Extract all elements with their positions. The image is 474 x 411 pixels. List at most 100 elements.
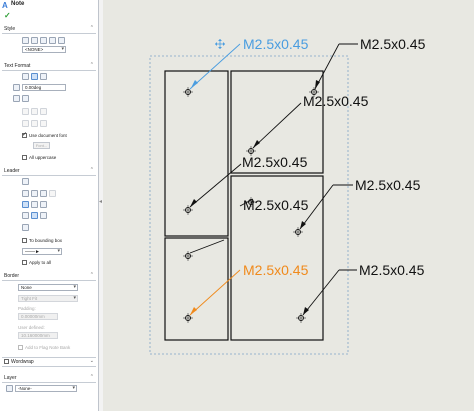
collapse-chevron-icon[interactable]: ⌃ <box>90 272 94 278</box>
ok-check-icon[interactable]: ✓ <box>4 11 11 20</box>
expand-chevron-icon[interactable]: ⌄ <box>90 358 94 364</box>
leader-nearest-icon[interactable] <box>31 212 38 219</box>
leader-line <box>252 102 302 149</box>
padding-label: Padding: <box>18 306 36 311</box>
note-text[interactable]: M2.5x0.45 <box>360 36 426 52</box>
apply-to-all-checkbox[interactable] <box>22 260 27 265</box>
add-style-icon[interactable] <box>31 37 38 44</box>
datum-icon[interactable] <box>40 120 47 127</box>
leader-straight-icon[interactable] <box>22 190 29 197</box>
leader-style-straight-icon[interactable] <box>22 201 29 208</box>
drawing-canvas[interactable]: M2.5x0.45 M2.5x0.45 M2.5x0.45 M2.5x0.45 … <box>103 0 474 411</box>
collapse-chevron-icon[interactable]: ⌃ <box>90 167 94 173</box>
section-label: Layer <box>4 375 17 381</box>
arrow-style-preview-icon: ——► <box>25 249 40 255</box>
section-label: Wordwrap <box>11 359 34 365</box>
align-right-icon[interactable] <box>40 73 47 80</box>
leader-underline-icon[interactable] <box>22 224 29 231</box>
note-text[interactable]: M2.5x0.45 <box>243 197 309 213</box>
collapse-chevron-icon[interactable]: ⌃ <box>90 374 94 380</box>
hole-callout-icon[interactable] <box>40 108 47 115</box>
save-style-icon[interactable] <box>49 37 56 44</box>
note-text[interactable]: M2.5x0.45 <box>303 93 369 109</box>
surface-finish-icon[interactable] <box>31 120 38 127</box>
leader-bent-icon[interactable] <box>31 190 38 197</box>
layer-icon <box>6 385 13 392</box>
drawing-sheet[interactable]: M2.5x0.45 M2.5x0.45 M2.5x0.45 M2.5x0.45 … <box>103 0 474 411</box>
style-select[interactable]: <NONE> <box>22 46 66 53</box>
use-document-font-checkbox[interactable] <box>22 131 27 138</box>
hole-marker <box>296 313 306 323</box>
leader-arrowhead <box>190 199 197 207</box>
user-defined-field[interactable]: 10.160000mm <box>18 332 58 339</box>
flag-note-bank-label: Add to Flag Note Bank <box>25 345 71 350</box>
leader-left-icon[interactable] <box>22 212 29 219</box>
symbol-icon[interactable] <box>22 108 29 115</box>
arrow-style-select[interactable]: ——► <box>22 248 62 255</box>
leader-auto-icon[interactable] <box>49 190 56 197</box>
border-size-select[interactable]: Tight Fit <box>18 295 78 302</box>
leader-style-spline-icon[interactable] <box>31 201 38 208</box>
user-defined-label: User defined: <box>18 325 45 330</box>
padding-field[interactable]: 0.00000mm <box>18 313 58 320</box>
leader-line <box>189 239 225 254</box>
flag-note-bank-checkbox[interactable] <box>18 345 23 350</box>
app-window: A Note ✓ Style ⌃ <NONE> Text Format ⌃ 0.… <box>0 0 474 411</box>
leader-right-icon[interactable] <box>40 212 47 219</box>
align-center-icon[interactable] <box>31 73 38 80</box>
insert-hyperlink-icon[interactable] <box>13 95 20 102</box>
load-style-icon[interactable] <box>58 37 65 44</box>
note-icon: A <box>2 1 8 10</box>
gtol-icon[interactable] <box>22 120 29 127</box>
note-text[interactable]: M2.5x0.45 <box>359 262 425 278</box>
part-outline <box>164 70 229 237</box>
to-bounding-box-checkbox[interactable] <box>22 238 27 243</box>
note-text[interactable]: M2.5x0.45 <box>242 154 308 170</box>
layer-section-header[interactable]: Layer ⌃ <box>2 374 96 383</box>
link-to-property-icon[interactable] <box>22 95 29 102</box>
note-text[interactable]: M2.5x0.45 <box>355 177 421 193</box>
leader-line <box>302 269 340 316</box>
check-symbol-icon[interactable] <box>31 108 38 115</box>
all-uppercase-label: All uppercase <box>29 155 57 160</box>
border-style-select[interactable]: None <box>18 284 78 291</box>
hole-marker <box>183 313 193 323</box>
section-label: Style <box>4 26 16 32</box>
delete-style-icon[interactable] <box>40 37 47 44</box>
note-text-selected[interactable]: M2.5x0.45 <box>243 36 309 52</box>
leader-line <box>189 269 241 316</box>
section-label: Text Format <box>4 63 31 69</box>
panel-header: A Note <box>0 0 98 10</box>
leader-section-header[interactable]: Leader ⌃ <box>2 167 96 176</box>
leader-none-icon[interactable] <box>40 190 47 197</box>
text-format-section-header[interactable]: Text Format ⌃ <box>2 62 96 71</box>
note-text-highlighted[interactable]: M2.5x0.45 <box>243 262 309 278</box>
leader-arrowhead <box>190 307 197 315</box>
leader-line <box>189 163 242 208</box>
leader-style-bent-icon[interactable] <box>40 201 47 208</box>
align-left-icon[interactable] <box>22 73 29 80</box>
collapse-panel-icon[interactable]: ◂ <box>99 198 102 205</box>
style-section-header[interactable]: Style ⌃ <box>2 25 96 34</box>
leader-line <box>189 43 241 90</box>
wordwrap-section-header[interactable]: Wordwrap ⌄ <box>2 357 96 367</box>
font-button[interactable]: Font... <box>33 142 50 149</box>
hole-marker <box>293 227 303 237</box>
move-handle-icon[interactable] <box>215 39 225 49</box>
border-section-header[interactable]: Border ⌃ <box>2 272 96 281</box>
to-bounding-box-label: To bounding box <box>29 238 63 243</box>
angle-field[interactable]: 0.00deg <box>22 84 66 91</box>
use-document-font-label: Use document font <box>29 133 67 138</box>
leader-arrowhead <box>253 140 260 148</box>
collapse-chevron-icon[interactable]: ⌃ <box>90 62 94 68</box>
hole-marker <box>183 205 193 215</box>
apply-style-icon[interactable] <box>22 37 29 44</box>
wordwrap-checkbox[interactable] <box>4 359 9 364</box>
section-label: Border <box>4 273 20 279</box>
section-label: Leader <box>4 168 20 174</box>
collapse-chevron-icon[interactable]: ⌃ <box>90 25 94 31</box>
all-uppercase-checkbox[interactable] <box>22 155 27 160</box>
property-manager-panel: A Note ✓ Style ⌃ <NONE> Text Format ⌃ 0.… <box>0 0 99 411</box>
attach-leader-icon[interactable] <box>22 178 29 185</box>
layer-select[interactable]: -None- <box>15 385 77 392</box>
